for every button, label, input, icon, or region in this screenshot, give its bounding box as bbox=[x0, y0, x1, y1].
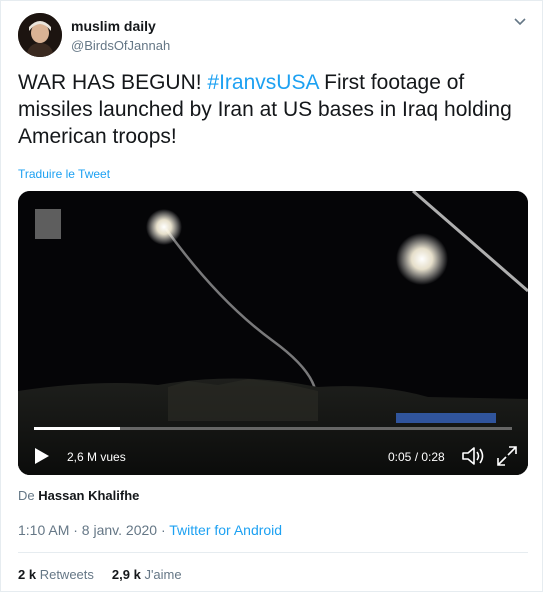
divider bbox=[18, 552, 528, 553]
play-icon[interactable] bbox=[34, 447, 50, 465]
profile-avatar-icon bbox=[18, 13, 62, 57]
tweet-stats: 2 k Retweets 2,9 k J'aime bbox=[18, 567, 182, 582]
tweet-client-link[interactable]: Twitter for Android bbox=[169, 522, 282, 538]
likes-label[interactable]: J'aime bbox=[144, 567, 181, 582]
likes-count[interactable]: 2,9 k bbox=[112, 567, 141, 582]
retweets-label[interactable]: Retweets bbox=[40, 567, 94, 582]
chevron-down-icon[interactable] bbox=[514, 17, 526, 27]
fullscreen-icon[interactable] bbox=[497, 446, 517, 466]
hashtag-link[interactable]: #IranvsUSA bbox=[207, 71, 318, 94]
video-source-prefix: De bbox=[18, 488, 39, 503]
author-display-name[interactable]: muslim daily bbox=[71, 18, 156, 34]
tweet-text: WAR HAS BEGUN! #IranvsUSA First footage … bbox=[18, 69, 528, 150]
video-view-count: 2,6 M vues bbox=[67, 450, 126, 464]
video-frame bbox=[18, 191, 528, 475]
video-progress-bar[interactable] bbox=[34, 427, 512, 430]
author-handle[interactable]: @BirdsOfJannah bbox=[71, 38, 170, 53]
tweet-metadata: 1:10 AM · 8 janv. 2020 · Twitter for And… bbox=[18, 522, 282, 538]
video-source-name[interactable]: Hassan Khalifhe bbox=[38, 488, 139, 503]
video-progress-fill bbox=[34, 427, 120, 430]
video-source: De Hassan Khalifhe bbox=[18, 488, 139, 503]
volume-icon[interactable] bbox=[461, 445, 485, 467]
tweet-time-date[interactable]: 1:10 AM · 8 janv. 2020 · bbox=[18, 522, 169, 538]
translate-tweet-link[interactable]: Traduire le Tweet bbox=[18, 167, 110, 181]
tweet-text-prefix: WAR HAS BEGUN! bbox=[18, 71, 208, 94]
video-player[interactable]: 2,6 M vues 0:05 / 0:28 bbox=[18, 191, 528, 475]
retweets-count[interactable]: 2 k bbox=[18, 567, 36, 582]
avatar[interactable] bbox=[18, 13, 62, 57]
tweet-card: muslim daily @BirdsOfJannah WAR HAS BEGU… bbox=[0, 0, 543, 592]
video-time: 0:05 / 0:28 bbox=[388, 450, 445, 464]
